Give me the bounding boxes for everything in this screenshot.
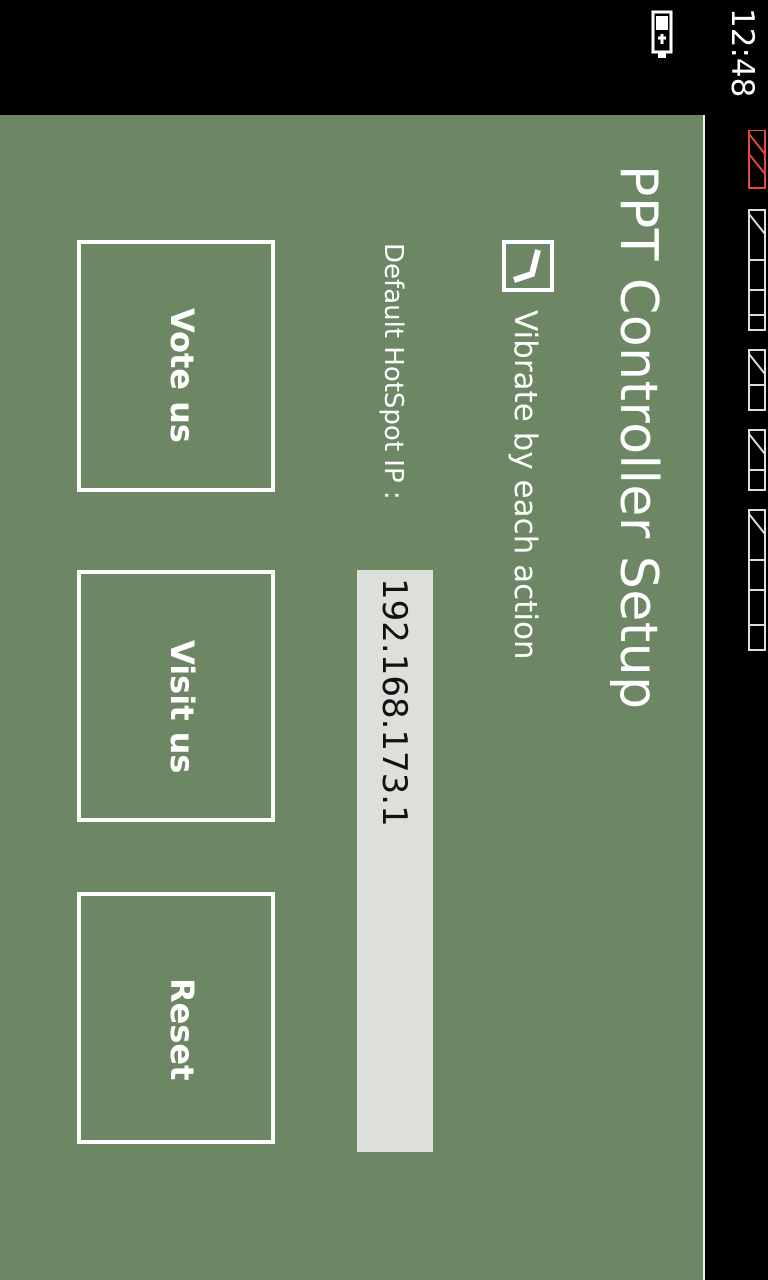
- visit-us-button[interactable]: Visit us: [77, 570, 275, 822]
- status-bar-top: [0, 0, 705, 115]
- signal-indicators-icon: [748, 130, 766, 651]
- reset-label: Reset: [163, 978, 201, 1081]
- clock-time: 12:48: [724, 8, 760, 98]
- visit-us-label: Visit us: [163, 640, 201, 774]
- reset-button[interactable]: Reset: [77, 892, 275, 1144]
- checkmark-icon: [513, 249, 541, 283]
- vibrate-checkbox[interactable]: [502, 240, 554, 292]
- vote-us-button[interactable]: Vote us: [77, 240, 275, 492]
- vibrate-label: Vibrate by each action: [507, 310, 543, 660]
- system-status-bar: [705, 0, 768, 1280]
- battery-charging-icon: [651, 10, 673, 58]
- hotspot-ip-value: 192.168.173.1: [374, 578, 414, 827]
- page-title: PPT Controller Setup: [608, 165, 668, 710]
- vote-us-label: Vote us: [163, 308, 201, 443]
- hotspot-ip-label: Default HotSpot IP :: [378, 243, 408, 500]
- phone-screen: 12:48 PPT Controller Setup Vibrate by ea…: [0, 0, 768, 1280]
